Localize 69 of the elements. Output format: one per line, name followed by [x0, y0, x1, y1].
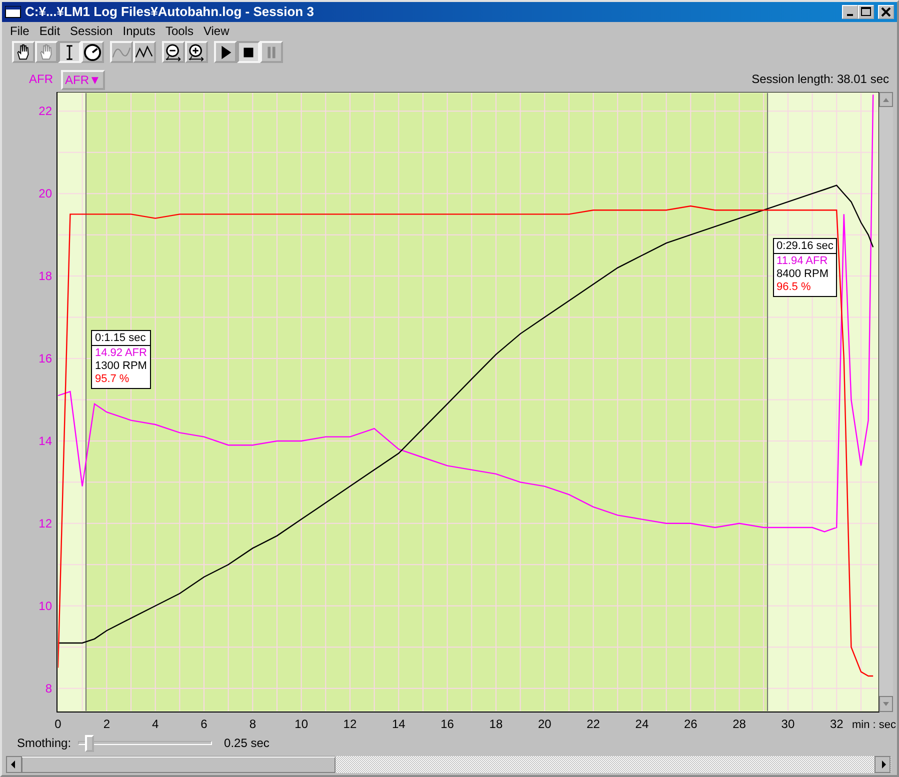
y-tick-label: 12	[38, 516, 52, 530]
minimize-icon	[847, 14, 853, 16]
x-tick-label: 30	[781, 717, 795, 730]
cursor-line[interactable]	[767, 92, 768, 712]
menu-item[interactable]: Tools	[161, 22, 200, 40]
afr-reading: 14.92 AFR	[94, 347, 147, 360]
horizontal-scrollbar[interactable]	[6, 756, 891, 773]
y-tick-label: 22	[38, 104, 52, 118]
maximize-icon	[859, 6, 873, 18]
play-tool-button[interactable]	[214, 41, 237, 63]
x-tick-label: 22	[586, 717, 600, 730]
gauge-icon	[83, 43, 102, 62]
x-tick-label: 14	[392, 717, 406, 730]
x-tick-label: 12	[343, 717, 357, 730]
close-button[interactable]	[878, 5, 894, 19]
x-tick-label: 32	[830, 717, 844, 730]
x-tick-label: 0	[54, 717, 62, 730]
rpm-reading: 8400 RPM	[776, 268, 830, 281]
x-tick-label: 28	[732, 717, 746, 730]
smoothing-label: Smothing:	[17, 735, 72, 752]
percent-reading: 95.7 %	[94, 373, 130, 386]
menu-item[interactable]: Session	[66, 22, 119, 40]
percent-reading: 96.5 %	[776, 281, 812, 294]
time-reading: 0:29.16 sec	[774, 239, 836, 254]
time-reading: 0:1.15 sec	[92, 331, 150, 346]
x-tick-label: 8	[249, 717, 256, 730]
zoom-in-tool-button[interactable]	[185, 41, 208, 63]
x-tick-label: 4	[152, 717, 159, 730]
stop-tool-button[interactable]	[237, 41, 260, 63]
x-tick-label: 26	[684, 717, 698, 730]
x-tick-label: 24	[635, 717, 649, 730]
afr-reading: 11.94 AFR	[776, 255, 829, 268]
zoom-out-icon	[164, 43, 183, 62]
menu-item[interactable]: Inputs	[118, 22, 162, 40]
rpm-reading: 1300 RPM	[94, 360, 147, 373]
session-length: Session length: 38.01 sec	[752, 71, 889, 88]
hand-tool-button[interactable]	[12, 41, 35, 63]
x-tick-label: 2	[103, 717, 110, 730]
y-tick-label: 14	[38, 434, 52, 448]
text-cursor-tool-button[interactable]	[58, 41, 81, 63]
gauge-tool-button[interactable]	[81, 41, 104, 63]
x-tick-label: 10	[294, 717, 308, 730]
zigzag-tool-button[interactable]	[133, 41, 156, 63]
smoothing-value: 0.25 sec	[224, 735, 270, 752]
window-title: C:¥...¥LM1 Log Files¥Autobahn.log - Session 3	[25, 3, 314, 22]
x-tick-label: 6	[200, 717, 208, 730]
y-tick-label: 10	[38, 598, 52, 613]
menu-item[interactable]: File	[6, 22, 36, 40]
maximize-button[interactable]	[858, 5, 874, 19]
minimize-button[interactable]	[842, 5, 858, 19]
vertical-scrollbar[interactable]	[879, 92, 893, 712]
menu-item[interactable]: Edit	[35, 22, 66, 40]
x-tick-label: 20	[538, 717, 552, 730]
slider-thumb[interactable]	[85, 734, 94, 752]
y-tick-label: 18	[38, 269, 52, 284]
zoom-out-tool-button[interactable]	[162, 41, 185, 63]
x-axis-label: min : sec	[852, 719, 896, 730]
x-tick-label: 16	[440, 717, 454, 730]
y-tick-label: 8	[45, 681, 52, 696]
x-tick-label: 18	[489, 717, 503, 730]
axis-label: AFR	[29, 71, 53, 88]
menu-item[interactable]: View	[199, 22, 236, 40]
zoom-in-icon	[187, 43, 206, 62]
y-tick-label: 20	[38, 186, 52, 201]
smoothing-slider[interactable]	[78, 734, 212, 752]
cursor-line[interactable]	[85, 92, 86, 712]
close-icon	[879, 6, 893, 18]
app-icon	[5, 6, 21, 18]
y-tick-label: 16	[38, 352, 52, 366]
